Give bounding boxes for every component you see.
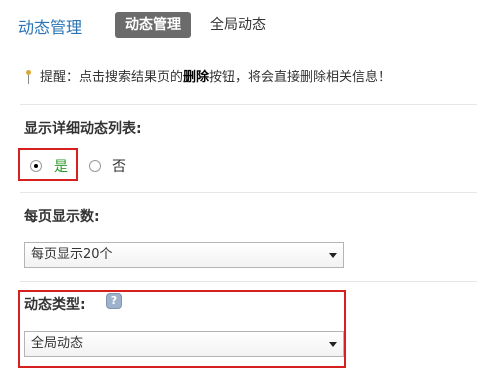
tab-feed-management[interactable]: 动态管理 — [115, 12, 191, 38]
divider — [20, 192, 477, 193]
chevron-down-icon — [329, 342, 337, 347]
per-page-label: 每页显示数: — [24, 209, 100, 225]
hint-prefix: 提醒：点击搜索结果页的 — [40, 70, 184, 85]
radio-highlight-box — [18, 148, 78, 181]
help-icon[interactable]: ? — [106, 293, 122, 309]
radio-yes[interactable] — [30, 160, 42, 172]
feed-type-value: 全局动态 — [31, 336, 84, 351]
divider — [20, 104, 477, 105]
header-bar: 动态管理 动态管理 全局动态 — [0, 0, 477, 50]
tab-global-feed[interactable]: 全局动态 — [200, 12, 276, 38]
radio-no-label: 否 — [112, 159, 126, 175]
divider — [20, 281, 477, 282]
hint-suffix: 按钮，将会直接删除相关信息！ — [209, 70, 392, 85]
per-page-select[interactable]: 每页显示20个 — [24, 242, 344, 268]
feed-type-label: 动态类型: — [24, 297, 86, 313]
page-title: 动态管理 — [18, 18, 83, 37]
per-page-value: 每页显示20个 — [31, 247, 113, 262]
hint-message: 提醒：点击搜索结果页的删除按钮，将会直接删除相关信息！ — [24, 66, 391, 85]
feed-type-select[interactable]: 全局动态 — [24, 331, 344, 357]
show-list-label: 显示详细动态列表: — [24, 121, 142, 137]
hint-bold-text: 删除 — [183, 70, 210, 85]
pin-icon — [24, 69, 32, 84]
radio-no[interactable] — [89, 160, 101, 172]
chevron-down-icon — [329, 253, 337, 258]
radio-yes-label: 是 — [54, 159, 68, 175]
